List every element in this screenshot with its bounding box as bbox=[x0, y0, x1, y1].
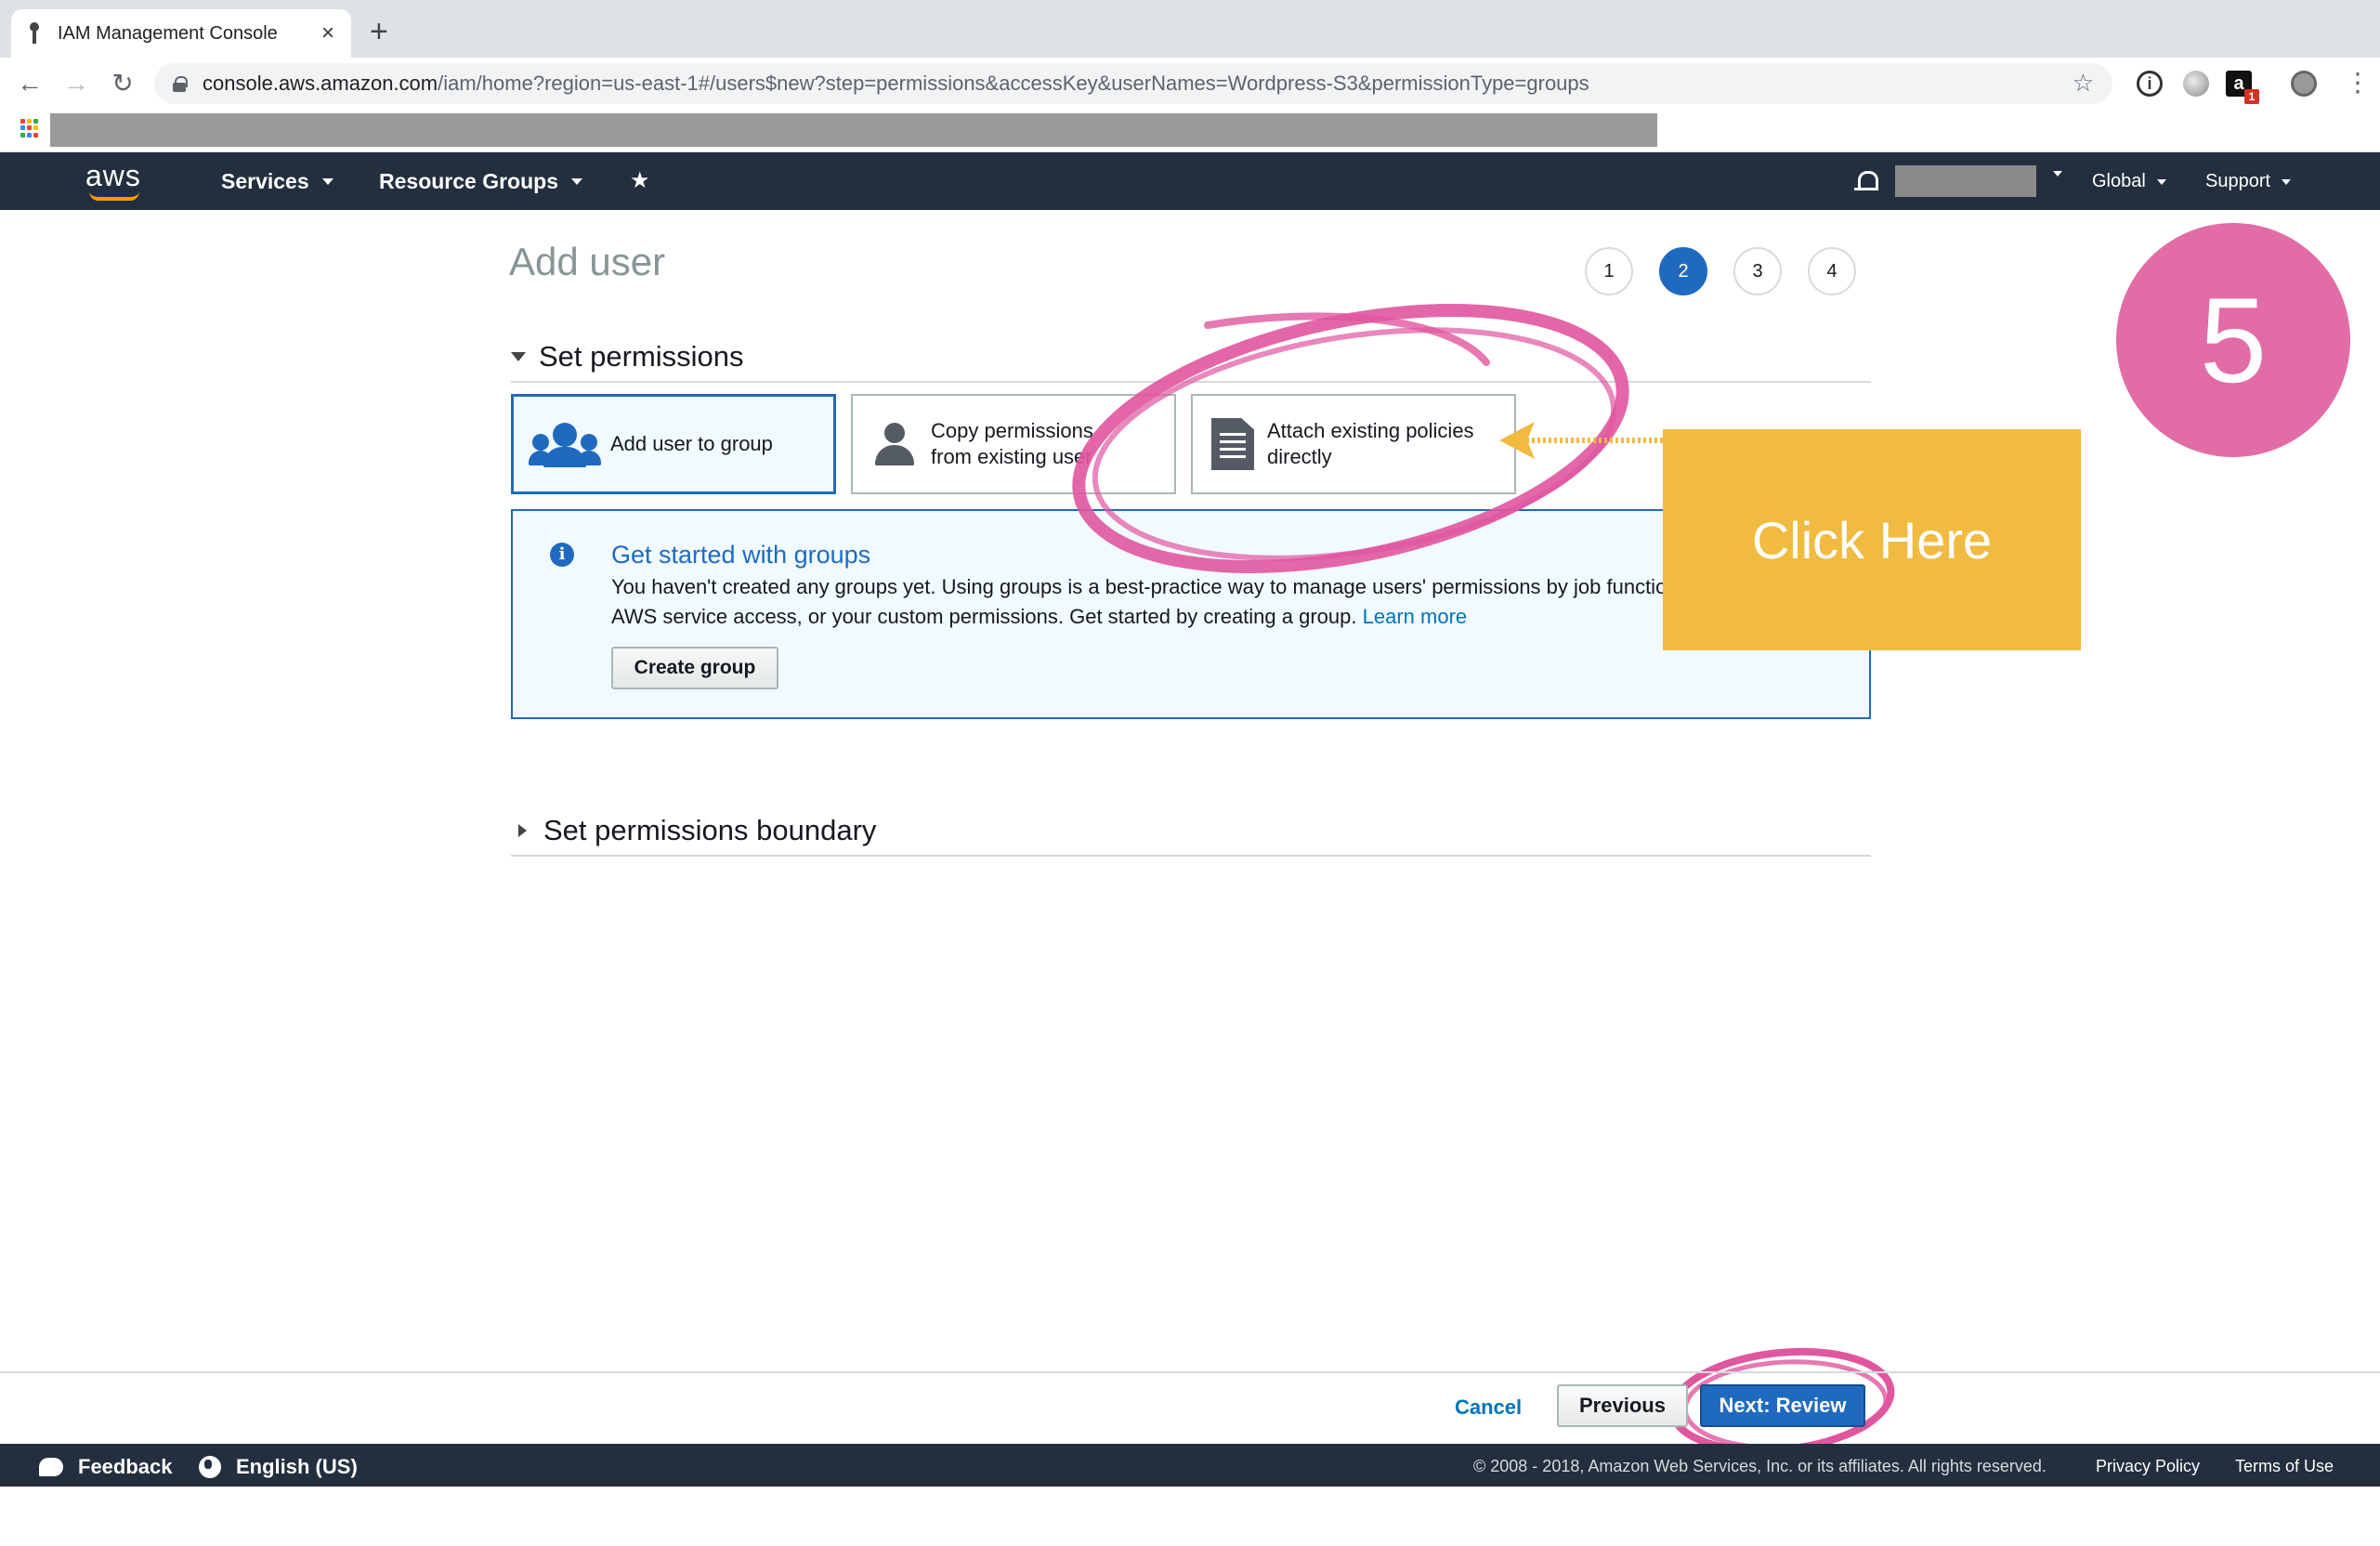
bell-icon[interactable] bbox=[1854, 167, 1878, 195]
document-icon bbox=[1211, 418, 1254, 470]
feedback-label: Feedback bbox=[78, 1455, 173, 1478]
wizard-step-4[interactable]: 4 bbox=[1808, 247, 1856, 295]
option-label: Attach existing policies directly bbox=[1267, 419, 1474, 468]
redacted-account-name[interactable] bbox=[1895, 165, 2036, 197]
arrow-icon bbox=[1499, 422, 1663, 459]
terms-of-use-link[interactable]: Terms of Use bbox=[2235, 1457, 2334, 1476]
info-icon: i bbox=[550, 543, 574, 567]
new-tab-button[interactable]: + bbox=[370, 13, 388, 50]
user-icon bbox=[871, 421, 918, 467]
option-attach-policies[interactable]: Attach existing policies directly bbox=[1191, 394, 1516, 494]
services-menu[interactable]: Services bbox=[221, 169, 333, 194]
back-arrow-icon[interactable]: ← bbox=[13, 67, 46, 100]
console-footer: Feedback English (US) © 2008 - 2018, Ama… bbox=[0, 1444, 2380, 1487]
globe-icon bbox=[199, 1456, 221, 1478]
apps-grid-icon[interactable] bbox=[20, 119, 39, 138]
resource-groups-label: Resource Groups bbox=[379, 169, 558, 193]
services-label: Services bbox=[221, 169, 309, 193]
expand-right-icon bbox=[518, 824, 527, 837]
permissions-boundary-title: Set permissions boundary bbox=[543, 814, 877, 846]
iam-favicon-icon bbox=[28, 22, 41, 45]
close-tab-icon[interactable]: × bbox=[321, 20, 334, 46]
chevron-down-icon bbox=[571, 178, 582, 185]
permissions-boundary-header[interactable]: Set permissions boundary bbox=[511, 814, 1871, 857]
chat-bubble-icon bbox=[39, 1458, 63, 1476]
next-review-button[interactable]: Next: Review bbox=[1700, 1384, 1865, 1427]
wizard-step-2[interactable]: 2 bbox=[1659, 247, 1707, 295]
set-permissions-header[interactable]: Set permissions bbox=[511, 340, 1871, 383]
extension-badge: 1 bbox=[2244, 89, 2259, 104]
language-label: English (US) bbox=[236, 1455, 358, 1478]
language-selector[interactable]: English (US) bbox=[199, 1455, 358, 1479]
browser-tab[interactable]: IAM Management Console × bbox=[11, 9, 351, 58]
learn-more-link[interactable]: Learn more bbox=[1363, 605, 1468, 628]
browser-menu-icon[interactable]: ⋮ bbox=[2345, 69, 2371, 97]
resource-groups-menu[interactable]: Resource Groups bbox=[379, 169, 582, 194]
support-menu[interactable]: Support bbox=[2205, 171, 2292, 192]
chevron-down-icon bbox=[2282, 178, 2292, 185]
info-body: You haven't created any groups yet. Usin… bbox=[611, 575, 1694, 628]
browser-tabstrip: IAM Management Console × + bbox=[0, 0, 2380, 58]
option-label: Add user to group bbox=[610, 432, 773, 455]
tab-title: IAM Management Console bbox=[58, 22, 278, 44]
amazon-extension-letter: a bbox=[2233, 73, 2244, 94]
forward-arrow-icon[interactable]: → bbox=[59, 67, 93, 100]
info-title: Get started with groups bbox=[611, 541, 871, 569]
wizard-steps: 1 2 3 4 bbox=[1585, 247, 1856, 295]
cancel-link[interactable]: Cancel bbox=[1455, 1395, 1522, 1420]
chevron-down-icon bbox=[2053, 171, 2062, 177]
users-group-icon bbox=[529, 421, 601, 467]
copyright-text: © 2008 - 2018, Amazon Web Services, Inc.… bbox=[1473, 1457, 2047, 1475]
account-menu-caret[interactable] bbox=[2042, 171, 2062, 177]
previous-button[interactable]: Previous bbox=[1557, 1384, 1688, 1427]
region-menu[interactable]: Global bbox=[2092, 171, 2166, 192]
url-path: /iam/home?region=us-east-1#/users$new?st… bbox=[438, 72, 1589, 95]
url-host: console.aws.amazon.com bbox=[203, 72, 438, 95]
profile-avatar[interactable] bbox=[2291, 71, 2317, 97]
expand-down-icon bbox=[511, 352, 526, 361]
extension-circle-icon[interactable] bbox=[2183, 71, 2209, 97]
step-number-badge: 5 bbox=[2116, 223, 2350, 457]
feedback-button[interactable]: Feedback bbox=[39, 1455, 173, 1479]
amazon-extension-icon[interactable]: a1 bbox=[2226, 71, 2259, 104]
option-add-user-to-group[interactable]: Add user to group bbox=[511, 394, 836, 494]
bookmarks-bar bbox=[0, 110, 2380, 152]
wizard-step-1[interactable]: 1 bbox=[1585, 247, 1633, 295]
region-label: Global bbox=[2092, 171, 2146, 191]
lock-icon bbox=[173, 76, 188, 92]
info-text: You haven't created any groups yet. Usin… bbox=[611, 572, 1726, 632]
support-label: Support bbox=[2205, 171, 2271, 191]
aws-smile-icon bbox=[89, 191, 139, 201]
click-here-callout: Click Here bbox=[1663, 429, 2081, 650]
annotation-overlay bbox=[1072, 304, 1895, 1455]
privacy-policy-link[interactable]: Privacy Policy bbox=[2096, 1457, 2200, 1476]
set-permissions-title: Set permissions bbox=[539, 340, 744, 373]
aws-logo[interactable]: aws bbox=[85, 160, 147, 203]
chevron-down-icon bbox=[321, 178, 333, 185]
reload-icon[interactable]: ↻ bbox=[106, 67, 139, 100]
bookmark-star-icon[interactable]: ☆ bbox=[2073, 69, 2094, 98]
create-group-button[interactable]: Create group bbox=[611, 647, 778, 689]
aws-navbar: aws Services Resource Groups ★ Global Su… bbox=[0, 152, 2380, 210]
chevron-down-icon bbox=[2156, 178, 2166, 185]
action-bar-divider bbox=[0, 1371, 2380, 1373]
option-copy-permissions[interactable]: Copy permissions from existing user bbox=[851, 394, 1176, 494]
option-label: Copy permissions from existing user bbox=[931, 419, 1093, 468]
aws-logo-text: aws bbox=[85, 159, 141, 192]
page-title: Add user bbox=[509, 240, 666, 283]
pin-icon[interactable]: ★ bbox=[630, 167, 650, 194]
redacted-bookmarks bbox=[50, 113, 1657, 147]
url-bar[interactable]: console.aws.amazon.com/iam/home?region=u… bbox=[154, 63, 2112, 104]
info-extension-icon[interactable]: i bbox=[2137, 71, 2163, 97]
browser-toolbar: ← → ↻ console.aws.amazon.com/iam/home?re… bbox=[0, 58, 2380, 110]
wizard-step-3[interactable]: 3 bbox=[1733, 247, 1782, 295]
